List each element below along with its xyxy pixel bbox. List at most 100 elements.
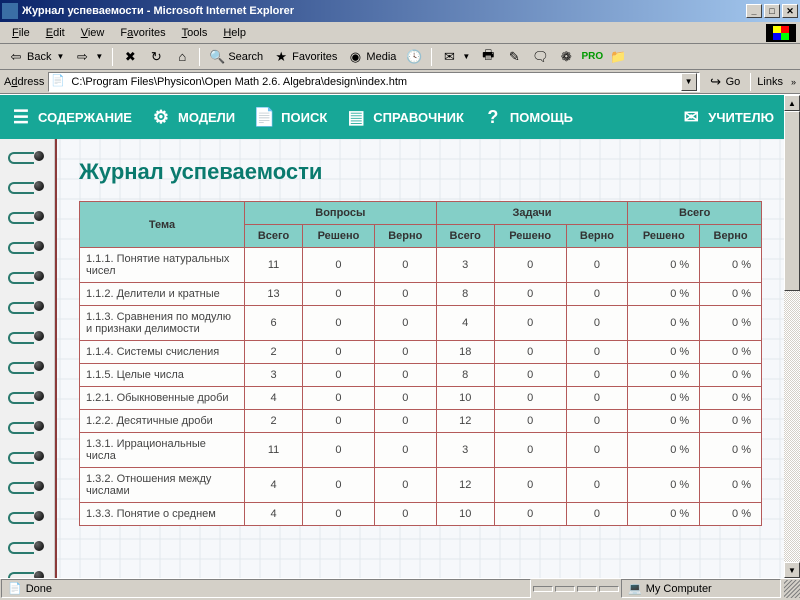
cell-t_solved: 0: [494, 433, 566, 468]
cell-q_all: 2: [245, 410, 303, 433]
cell-tot_solved: 0 %: [628, 503, 700, 526]
cell-t_solved: 0: [494, 468, 566, 503]
menu-tools[interactable]: Tools: [174, 25, 216, 41]
cell-t_correct: 0: [566, 248, 628, 283]
links-label[interactable]: Links: [757, 76, 783, 88]
page-icon: 📄: [51, 74, 67, 90]
cell-q_solved: 0: [303, 503, 375, 526]
cell-q_solved: 0: [303, 283, 375, 306]
th-tasks: Задачи: [436, 202, 628, 225]
home-icon: ⌂: [174, 49, 190, 65]
vertical-scrollbar[interactable]: ▲ ▼: [784, 95, 800, 578]
stop-button[interactable]: ✖: [118, 47, 142, 67]
refresh-button[interactable]: ↻: [144, 47, 168, 67]
cell-t_all: 8: [436, 364, 494, 387]
cell-q_correct: 0: [374, 433, 436, 468]
stop-icon: ✖: [122, 49, 138, 65]
edit-button[interactable]: ✎: [502, 47, 526, 67]
cell-t_solved: 0: [494, 248, 566, 283]
back-button[interactable]: ⇦Back▼: [4, 47, 68, 67]
folder-icon: 📁: [610, 49, 626, 65]
cell-t_correct: 0: [566, 364, 628, 387]
menu-edit[interactable]: Edit: [38, 25, 73, 41]
menu-help[interactable]: Help: [215, 25, 254, 41]
nav-models[interactable]: ⚙МОДЕЛИ: [150, 106, 235, 128]
menu-view[interactable]: View: [73, 25, 113, 41]
cell-tot_correct: 0 %: [700, 468, 762, 503]
ie-logo: [766, 24, 796, 42]
forward-button[interactable]: ⇨▼: [70, 47, 107, 67]
table-row: 1.1.4. Системы счисления20018000 %0 %: [80, 341, 762, 364]
table-row: 1.2.1. Обыкновенные дроби40010000 %0 %: [80, 387, 762, 410]
page-title: Журнал успеваемости: [79, 159, 762, 185]
cell-t_correct: 0: [566, 387, 628, 410]
scroll-track[interactable]: [784, 111, 800, 562]
book-icon: ▤: [345, 106, 367, 128]
nav-help[interactable]: ?ПОМОЩЬ: [482, 106, 573, 128]
cell-tot_correct: 0 %: [700, 364, 762, 387]
cell-t_solved: 0: [494, 283, 566, 306]
gear-icon: ❁: [558, 49, 574, 65]
cell-t_solved: 0: [494, 503, 566, 526]
th-t-correct: Верно: [566, 225, 628, 248]
favorites-button[interactable]: ★Favorites: [269, 47, 341, 67]
minimize-button[interactable]: _: [746, 4, 762, 18]
th-q-solved: Решено: [303, 225, 375, 248]
cell-q_correct: 0: [374, 283, 436, 306]
chevron-down-icon: ▼: [56, 52, 64, 61]
mail-button[interactable]: ✉▼: [437, 47, 474, 67]
history-button[interactable]: 🕓: [402, 47, 426, 67]
refresh-icon: ↻: [148, 49, 164, 65]
cell-tot_solved: 0 %: [628, 248, 700, 283]
envelope-icon: ✉: [680, 106, 702, 128]
extra-button-3[interactable]: 📁: [606, 47, 630, 67]
print-button[interactable]: 🖶: [476, 47, 500, 67]
close-button[interactable]: ✕: [782, 4, 798, 18]
cell-tot_solved: 0 %: [628, 387, 700, 410]
app-nav: ☰СОДЕРЖАНИЕ ⚙МОДЕЛИ 📄ПОИСК ▤СПРАВОЧНИК ?…: [0, 95, 784, 139]
menu-favorites[interactable]: Favorites: [112, 25, 173, 41]
home-button[interactable]: ⌂: [170, 47, 194, 67]
history-icon: 🕓: [406, 49, 422, 65]
cell-topic: 1.3.2. Отношения между числами: [80, 468, 245, 503]
nav-search[interactable]: 📄ПОИСК: [253, 106, 327, 128]
scroll-thumb[interactable]: [784, 111, 800, 291]
scroll-down-button[interactable]: ▼: [784, 562, 800, 578]
table-row: 1.1.5. Целые числа3008000 %0 %: [80, 364, 762, 387]
cell-q_all: 3: [245, 364, 303, 387]
cell-t_correct: 0: [566, 410, 628, 433]
address-input[interactable]: 📄 C:\Program Files\Physicon\Open Math 2.…: [48, 72, 699, 92]
search-button[interactable]: 🔍Search: [205, 47, 267, 67]
nav-contents[interactable]: ☰СОДЕРЖАНИЕ: [10, 106, 132, 128]
search-icon: 📄: [253, 106, 275, 128]
extra-button-1[interactable]: ❁: [554, 47, 578, 67]
cell-t_all: 12: [436, 410, 494, 433]
scroll-up-button[interactable]: ▲: [784, 95, 800, 111]
address-text: C:\Program Files\Physicon\Open Math 2.6.…: [71, 76, 680, 88]
done-icon: 📄: [8, 582, 22, 595]
cell-t_all: 3: [436, 433, 494, 468]
toolbar: ⇦Back▼ ⇨▼ ✖ ↻ ⌂ 🔍Search ★Favorites ◉Medi…: [0, 44, 800, 70]
help-icon: ?: [482, 106, 504, 128]
extra-button-2[interactable]: PRO: [580, 47, 604, 67]
table-row: 1.1.3. Сравнения по модулю и признаки де…: [80, 306, 762, 341]
menu-file[interactable]: File: [4, 25, 38, 41]
cell-tot_solved: 0 %: [628, 468, 700, 503]
nav-teacher[interactable]: ✉УЧИТЕЛЮ: [680, 106, 774, 128]
cell-tot_correct: 0 %: [700, 341, 762, 364]
go-button[interactable]: ↪Go: [704, 72, 745, 92]
favorites-icon: ★: [273, 49, 289, 65]
cell-t_all: 18: [436, 341, 494, 364]
cell-q_correct: 0: [374, 387, 436, 410]
print-icon: 🖶: [480, 49, 496, 65]
maximize-button[interactable]: □: [764, 4, 780, 18]
go-icon: ↪: [708, 74, 724, 90]
discuss-button[interactable]: 🗨: [528, 47, 552, 67]
discuss-icon: 🗨: [532, 49, 548, 65]
address-dropdown[interactable]: ▼: [681, 73, 697, 91]
resize-grip[interactable]: [784, 580, 800, 598]
media-button[interactable]: ◉Media: [343, 47, 400, 67]
nav-reference[interactable]: ▤СПРАВОЧНИК: [345, 106, 464, 128]
status-pane-3: [555, 586, 575, 592]
cell-q_solved: 0: [303, 468, 375, 503]
